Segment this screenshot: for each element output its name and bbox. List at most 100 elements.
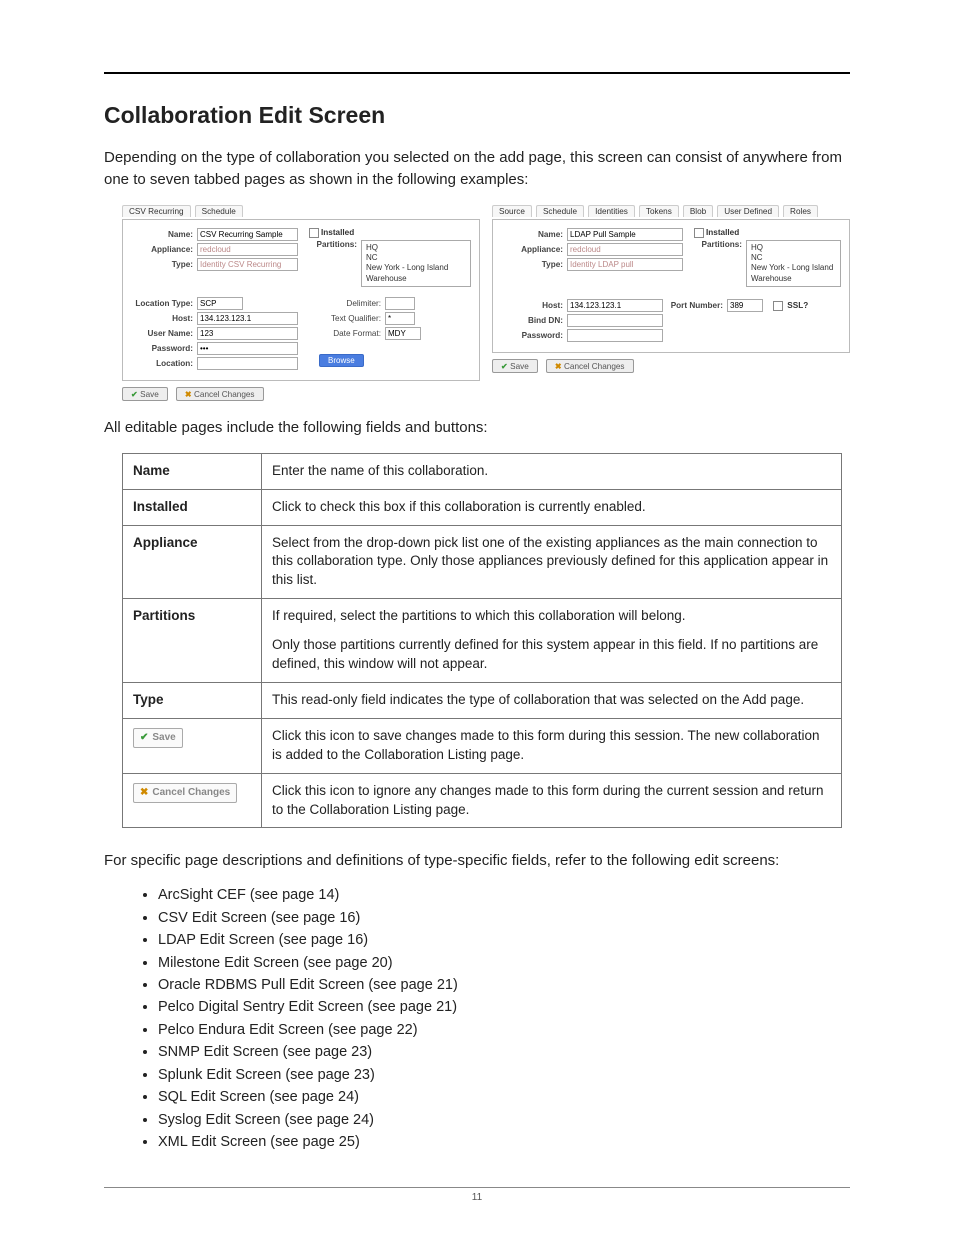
field-desc: Click to check this box if this collabor… <box>262 489 842 525</box>
field-desc: Enter the name of this collaboration. <box>262 453 842 489</box>
csv-tabs: CSV Recurring Schedule <box>122 205 480 217</box>
csv-delim-label: Delimiter: <box>319 299 385 308</box>
ldap-save-button[interactable]: ✔ Save <box>492 359 538 373</box>
table-row: Name Enter the name of this collaboratio… <box>123 453 842 489</box>
page-footer: 11 <box>104 1187 850 1203</box>
list-item: CSV Edit Screen (see page 16) <box>158 907 850 929</box>
partition-item[interactable]: New York - Long Island Warehouse <box>751 263 836 284</box>
field-name: Appliance <box>123 525 262 599</box>
csv-save-button[interactable]: ✔ Save <box>122 387 168 401</box>
list-item: SNMP Edit Screen (see page 23) <box>158 1041 850 1063</box>
table-row: Installed Click to check this box if thi… <box>123 489 842 525</box>
ldap-ssl-checkbox[interactable] <box>773 301 783 311</box>
partition-item[interactable]: HQ <box>366 243 466 253</box>
partition-item[interactable]: NC <box>366 253 466 263</box>
csv-username-input[interactable] <box>197 327 298 340</box>
field-name: Partitions <box>123 599 262 683</box>
csv-installed-checkbox[interactable] <box>309 228 319 238</box>
tab-source[interactable]: Source <box>492 205 532 217</box>
screenshots-row: CSV Recurring Schedule Name: Appliance: … <box>122 205 850 402</box>
tab-userdefined[interactable]: User Defined <box>717 205 779 217</box>
csv-location-label: Location: <box>131 359 197 368</box>
check-icon: ✔ <box>501 362 508 371</box>
csv-host-input[interactable] <box>197 312 298 325</box>
ldap-binddn-input[interactable] <box>567 314 663 327</box>
field-desc: Select from the drop-down pick list one … <box>262 525 842 599</box>
ldap-installed-checkbox[interactable] <box>694 228 704 238</box>
table-row: ✔Save Click this icon to save changes ma… <box>123 718 842 773</box>
cancel-icon: ✖ <box>185 390 192 399</box>
table-row: ✖Cancel Changes Click this icon to ignor… <box>123 773 842 828</box>
csv-name-input[interactable] <box>197 228 298 241</box>
ldap-appliance-label: Appliance: <box>501 245 567 254</box>
tab-csv-recurring[interactable]: CSV Recurring <box>122 205 191 217</box>
cancel-icon-button: ✖Cancel Changes <box>133 783 237 803</box>
ldap-password-label: Password: <box>501 331 567 340</box>
table-row: Type This read-only field indicates the … <box>123 682 842 718</box>
csv-loctype-label: Location Type: <box>131 299 197 308</box>
list-item: Pelco Endura Edit Screen (see page 22) <box>158 1019 850 1041</box>
list-item: Milestone Edit Screen (see page 20) <box>158 952 850 974</box>
ldap-name-label: Name: <box>501 230 567 239</box>
tab-schedule[interactable]: Schedule <box>195 205 243 217</box>
partition-item[interactable]: HQ <box>751 243 836 253</box>
csv-password-input[interactable] <box>197 342 298 355</box>
tab-tokens[interactable]: Tokens <box>639 205 679 217</box>
table-row: Partitions If required, select the parti… <box>123 599 842 683</box>
ldap-appliance-select[interactable] <box>567 243 683 256</box>
partition-item[interactable]: New York - Long Island Warehouse <box>366 263 466 284</box>
example-ldap-panel: Source Schedule Identities Tokens Blob U… <box>492 205 850 402</box>
list-item: XML Edit Screen (see page 25) <box>158 1131 850 1153</box>
field-save-icon-cell: ✔Save <box>123 718 262 773</box>
list-item: Pelco Digital Sentry Edit Screen (see pa… <box>158 996 850 1018</box>
csv-tq-select[interactable] <box>385 312 415 325</box>
ldap-ssl-label: SSL? <box>787 301 808 310</box>
csv-host-label: Host: <box>131 314 197 323</box>
fields-table: Name Enter the name of this collaboratio… <box>122 453 842 829</box>
ldap-tabs: Source Schedule Identities Tokens Blob U… <box>492 205 850 217</box>
field-name: Name <box>123 453 262 489</box>
tab-blob[interactable]: Blob <box>683 205 713 217</box>
partition-item[interactable]: NC <box>751 253 836 263</box>
save-icon-button: ✔Save <box>133 728 183 748</box>
ldap-password-input[interactable] <box>567 329 663 342</box>
ldap-partitions-label: Partitions: <box>694 240 746 249</box>
cancel-icon: ✖ <box>555 362 562 371</box>
intro-paragraph: Depending on the type of collaboration y… <box>104 147 850 191</box>
csv-tq-label: Text Qualifier: <box>319 314 385 323</box>
tab-schedule2[interactable]: Schedule <box>536 205 584 217</box>
ldap-port-input[interactable] <box>727 299 763 312</box>
csv-df-select[interactable] <box>385 327 421 340</box>
csv-cancel-button[interactable]: ✖ Cancel Changes <box>176 387 264 401</box>
list-item: Splunk Edit Screen (see page 23) <box>158 1064 850 1086</box>
csv-type-label: Type: <box>131 260 197 269</box>
page-title: Collaboration Edit Screen <box>104 102 850 129</box>
check-icon: ✔ <box>131 390 138 399</box>
csv-browse-button[interactable]: Browse <box>319 354 364 367</box>
ldap-host-label: Host: <box>501 301 567 310</box>
csv-password-label: Password: <box>131 344 197 353</box>
ldap-host-input[interactable] <box>567 299 663 312</box>
specific-paragraph: For specific page descriptions and defin… <box>104 850 850 872</box>
ldap-name-input[interactable] <box>567 228 683 241</box>
csv-type-select[interactable] <box>197 258 298 271</box>
field-desc: This read-only field indicates the type … <box>262 682 842 718</box>
csv-appliance-select[interactable] <box>197 243 298 256</box>
ldap-type-select[interactable] <box>567 258 683 271</box>
ldap-binddn-label: Bind DN: <box>501 316 567 325</box>
csv-loctype-select[interactable] <box>197 297 243 310</box>
field-desc: If required, select the partitions to wh… <box>262 599 842 683</box>
csv-partitions-list[interactable]: HQ NC New York - Long Island Warehouse <box>361 240 471 288</box>
csv-location-input[interactable] <box>197 357 298 370</box>
field-name: Type <box>123 682 262 718</box>
tab-identities[interactable]: Identities <box>588 205 635 217</box>
list-item: Oracle RDBMS Pull Edit Screen (see page … <box>158 974 850 996</box>
tab-roles[interactable]: Roles <box>783 205 818 217</box>
ldap-cancel-button[interactable]: ✖ Cancel Changes <box>546 359 634 373</box>
cancel-icon: ✖ <box>140 786 148 800</box>
csv-name-label: Name: <box>131 230 197 239</box>
example-csv-panel: CSV Recurring Schedule Name: Appliance: … <box>122 205 480 402</box>
csv-delim-select[interactable] <box>385 297 415 310</box>
ldap-port-label: Port Number: <box>663 301 727 310</box>
ldap-partitions-list[interactable]: HQ NC New York - Long Island Warehouse <box>746 240 841 288</box>
